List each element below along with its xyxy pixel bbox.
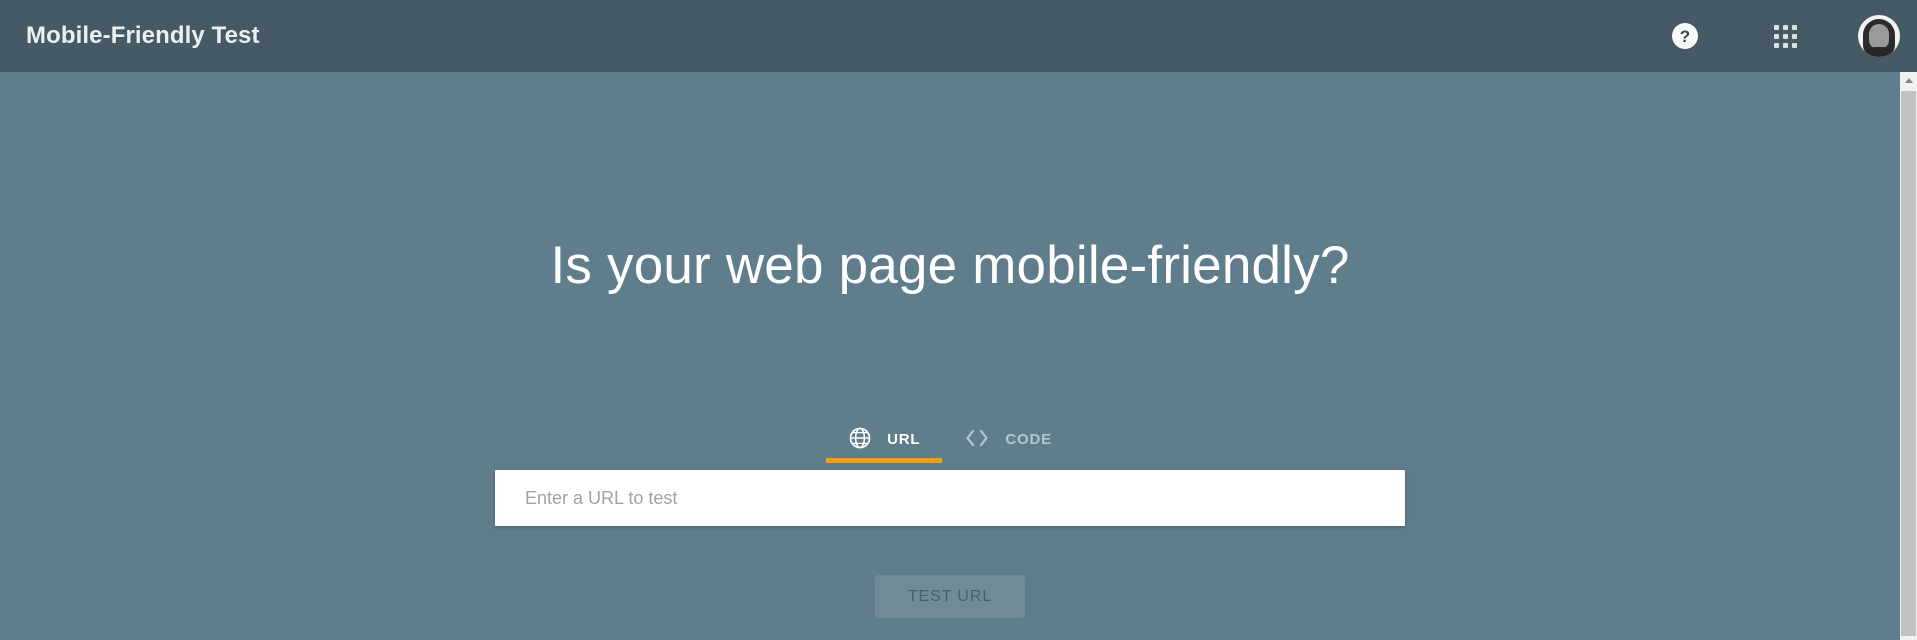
globe-icon — [848, 426, 872, 453]
scroll-up-arrow-glyph — [1904, 78, 1913, 83]
apps-grid-icon — [1773, 24, 1797, 48]
tab-code-label: CODE — [1005, 430, 1052, 448]
tab-code[interactable]: CODE — [942, 415, 1074, 463]
test-url-button[interactable]: TEST URL — [875, 575, 1025, 618]
help-button[interactable]: ? — [1663, 14, 1707, 58]
help-question-icon: ? — [1672, 23, 1698, 49]
scrollbar-thumb[interactable] — [1901, 91, 1916, 636]
tab-url-label: URL — [887, 430, 921, 448]
tab-url[interactable]: URL — [826, 415, 943, 463]
app-header-bar: Mobile-Friendly Test ? — [0, 0, 1917, 72]
page-title: Mobile-Friendly Test — [26, 22, 260, 49]
avatar — [1858, 15, 1900, 57]
url-input[interactable] — [495, 470, 1405, 526]
tab-active-indicator — [826, 458, 943, 463]
apps-launcher-button[interactable] — [1759, 12, 1811, 60]
account-avatar-button[interactable] — [1855, 12, 1903, 60]
vertical-scrollbar[interactable] — [1900, 72, 1917, 640]
scroll-up-arrow-icon[interactable] — [1900, 72, 1917, 89]
hero-heading: Is your web page mobile-friendly? — [550, 236, 1350, 295]
avatar-photo — [1858, 15, 1900, 57]
main-content: Is your web page mobile-friendly? URL CO… — [0, 72, 1900, 640]
code-brackets-icon — [964, 427, 990, 452]
input-mode-tabs: URL CODE — [0, 415, 1900, 463]
avatar-face-shape — [1869, 24, 1889, 49]
header-actions: ? — [1663, 12, 1903, 60]
